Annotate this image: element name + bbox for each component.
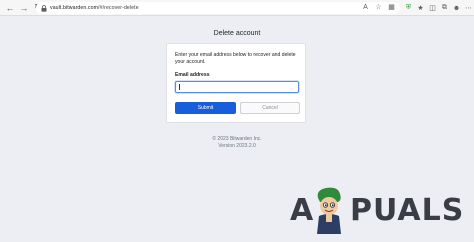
email-label: Email address [175,72,210,78]
address-bar-icons: A ☆ ▦ [361,2,396,14]
back-arrow-icon[interactable]: ← [4,2,16,14]
reader-icon[interactable]: A [361,2,370,14]
submit-button[interactable]: Submit [175,102,236,114]
url-host: vault.bitwarden.com [50,5,99,11]
collections-icon[interactable]: ◫ [428,3,437,13]
lock-icon[interactable] [40,4,47,12]
favorites-icon[interactable]: ★ [416,3,425,13]
url-text[interactable]: vault.bitwarden.com/#/recover-delete [50,5,139,11]
toolbar-icons: ⛨ ★ ◫ ⧉ ☻ ⋯ [404,2,473,14]
profile-icon[interactable]: ☻ [452,3,461,13]
extension-icon[interactable]: ▦ [387,2,396,14]
watermark-text-right: PUALS [350,193,465,228]
instructions-text: Enter your email address below to recove… [175,52,296,65]
url-path: /#/recover-delete [98,5,139,11]
recover-delete-card: Enter your email address below to recove… [166,43,306,123]
forward-arrow-icon[interactable]: → [18,2,30,14]
watermark-text-left: A [290,193,315,228]
cancel-button[interactable]: Cancel [240,102,300,114]
address-bar[interactable]: vault.bitwarden.com/#/recover-delete A ☆… [36,2,400,14]
email-input[interactable] [175,81,299,93]
mascot-icon [317,187,341,234]
browser-toolbar: ← → ↻ vault.bitwarden.com/#/recover-dele… [0,0,474,16]
copyright-text: © 2023 Bitwarden Inc. [212,136,262,142]
appuals-watermark: A PUALS [288,182,472,240]
version-text: Version 2023.2.0 [218,143,256,149]
page-title: Delete account [213,30,261,37]
menu-icon[interactable]: ⋯ [464,3,473,13]
shield-extension-icon[interactable]: ⛨ [404,3,413,13]
star-icon[interactable]: ☆ [374,2,383,14]
text-caret [179,84,180,90]
copy-icon[interactable]: ⧉ [440,3,449,13]
